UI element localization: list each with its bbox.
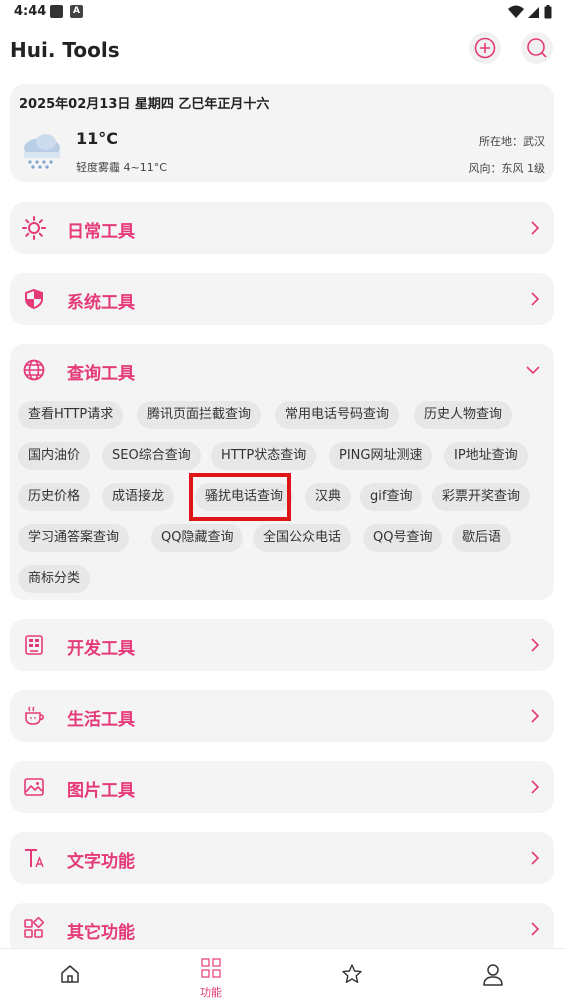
category-system-label: 系统工具 — [67, 293, 135, 313]
category-text-header: 文字功能 — [10, 832, 554, 884]
category-text-label: 文字功能 — [67, 852, 135, 872]
chip-xuexitong[interactable]: 学习通答案查询 — [18, 524, 130, 552]
bottom-nav: 功能 — [0, 948, 564, 1005]
category-system[interactable]: 系统工具 — [10, 273, 554, 325]
weather-temperature: 11°C — [76, 129, 119, 148]
grid-icon — [201, 958, 221, 978]
category-daily-label: 日常工具 — [67, 222, 135, 242]
home-icon — [61, 965, 79, 983]
nav-profile[interactable] — [463, 963, 523, 991]
chip-ping[interactable]: PING网址测速 — [329, 442, 433, 470]
chip-idiom-chain[interactable]: 成语接龙 — [102, 483, 175, 511]
category-life[interactable]: 生活工具 — [10, 690, 554, 742]
chevron-right-icon — [531, 922, 540, 936]
notification-icon — [50, 5, 63, 18]
star-icon — [342, 964, 362, 983]
category-query-header[interactable]: 查询工具 — [10, 344, 554, 396]
apps-icon — [24, 917, 44, 938]
category-other-label: 其它功能 — [67, 923, 135, 943]
nav-favorites[interactable] — [322, 963, 382, 989]
chip-seo[interactable]: SEO综合查询 — [102, 442, 201, 470]
text-icon — [25, 849, 44, 868]
category-image[interactable]: 图片工具 — [10, 761, 554, 813]
chip-qq-hidden[interactable]: QQ隐藏查询 — [151, 524, 244, 552]
chip-lottery[interactable]: 彩票开奖查询 — [432, 483, 531, 511]
weather-description: 轻度雾霾 4~11°C — [76, 161, 167, 174]
image-icon — [24, 778, 44, 796]
shield-icon — [25, 288, 43, 310]
chip-tencent-block-check[interactable]: 腾讯页面拦截查询 — [137, 401, 262, 429]
weather-wind: 风向：东风 1级 — [468, 162, 546, 175]
weather-date: 2025年02月13日 星期四 乙巳年正月十六 — [19, 97, 270, 112]
category-daily[interactable]: 日常工具 — [10, 202, 554, 254]
weather-location: 所在地：武汉 — [479, 135, 545, 148]
chip-price-history[interactable]: 历史价格 — [18, 483, 91, 511]
chip-http-status[interactable]: HTTP状态查询 — [211, 442, 317, 470]
chip-qq-number[interactable]: QQ号查询 — [363, 524, 443, 552]
wifi-icon — [508, 5, 524, 18]
signal-icon — [528, 7, 539, 18]
chip-handian[interactable]: 汉典 — [305, 483, 352, 511]
chip-trademark[interactable]: 商标分类 — [18, 565, 91, 593]
category-query: 查询工具 查看HTTP请求 腾讯页面拦截查询 常用电话号码查询 历史人物查询 国… — [10, 344, 554, 600]
category-life-header: 生活工具 — [10, 690, 554, 742]
chip-common-phone[interactable]: 常用电话号码查询 — [275, 401, 400, 429]
category-query-label: 查询工具 — [67, 364, 135, 384]
chip-public-phone[interactable]: 全国公众电话 — [253, 524, 352, 552]
add-button[interactable] — [469, 32, 501, 64]
chip-gif[interactable]: gif查询 — [360, 483, 423, 511]
status-time: 4:44 — [14, 4, 47, 19]
chevron-right-icon — [531, 780, 540, 794]
nav-functions-label: 功能 — [200, 986, 222, 999]
category-daily-header: 日常工具 — [10, 202, 554, 254]
category-dev-header: 开发工具 — [10, 619, 554, 671]
notification-a-icon: A — [70, 5, 83, 18]
chevron-down-icon — [526, 366, 540, 375]
chip-ip-lookup[interactable]: IP地址查询 — [444, 442, 528, 470]
cup-icon — [25, 706, 44, 725]
category-image-label: 图片工具 — [67, 781, 135, 801]
nav-home[interactable] — [40, 963, 100, 989]
chevron-right-icon — [531, 221, 540, 235]
user-icon — [483, 964, 503, 986]
nav-functions[interactable]: 功能 — [181, 957, 241, 1000]
chip-icon — [25, 635, 43, 655]
chevron-right-icon — [531, 709, 540, 723]
app-title: Hui. Tools — [10, 38, 120, 62]
category-system-header: 系统工具 — [10, 273, 554, 325]
category-text[interactable]: 文字功能 — [10, 832, 554, 884]
category-dev[interactable]: 开发工具 — [10, 619, 554, 671]
category-life-label: 生活工具 — [67, 710, 135, 730]
weather-card: 2025年02月13日 星期四 乙巳年正月十六 11°C 轻度雾霾 4~11°C… — [10, 84, 554, 182]
chevron-right-icon — [531, 292, 540, 306]
highlight-box — [189, 473, 291, 521]
search-icon — [527, 38, 547, 58]
battery-icon — [544, 5, 552, 19]
app-bar: Hui. Tools — [0, 28, 564, 72]
status-bar: 4:44 A — [0, 0, 564, 26]
chip-xiehouyu[interactable]: 歇后语 — [452, 524, 512, 552]
chip-oil-price[interactable]: 国内油价 — [18, 442, 91, 470]
chip-http-request[interactable]: 查看HTTP请求 — [18, 401, 124, 429]
category-dev-label: 开发工具 — [67, 639, 135, 659]
sun-icon — [22, 216, 46, 240]
chip-historical-figure[interactable]: 历史人物查询 — [414, 401, 513, 429]
search-button[interactable] — [521, 32, 553, 64]
chevron-right-icon — [531, 638, 540, 652]
globe-icon — [23, 359, 45, 381]
plus-circle-icon — [474, 37, 496, 59]
category-image-header: 图片工具 — [10, 761, 554, 813]
chevron-right-icon — [531, 851, 540, 865]
snow-cloud-icon — [24, 134, 60, 169]
